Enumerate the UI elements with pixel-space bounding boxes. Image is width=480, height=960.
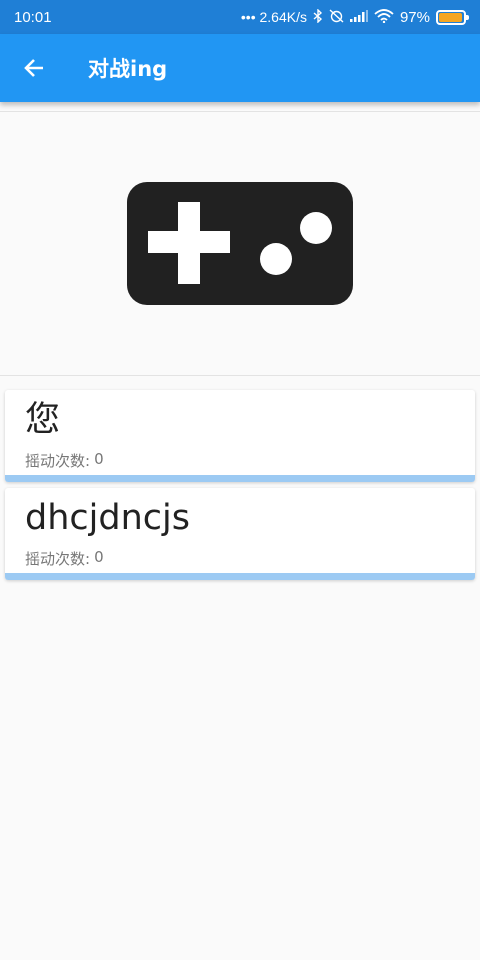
shake-progress-bar [5,475,475,482]
gamepad-icon [127,182,353,305]
section-divider [0,375,480,376]
signal-icon [349,10,368,24]
shake-count-label: 摇动次数: [25,550,91,568]
arrow-back-icon [24,59,43,77]
status-time: 10:01 [14,8,52,26]
top-divider [0,111,480,112]
player-card-self: 您 摇动次数: 0 [5,390,475,482]
alarm-off-icon [329,9,344,25]
battery-percent: 97% [399,8,430,26]
shake-progress-bar [5,573,475,580]
shake-count-value: 0 [94,548,104,566]
shake-count-label: 摇动次数: [25,452,91,470]
shake-count-row: 摇动次数: 0 [25,450,104,471]
shake-count-value: 0 [94,450,104,468]
player-card-opponent: dhcjdncjs 摇动次数: 0 [5,488,475,580]
bluetooth-icon [313,8,323,25]
player-name: dhcjdncjs [25,498,190,538]
battery-fill [439,12,463,22]
app-bar: 对战ing [0,34,480,102]
page-title: 对战ing [88,57,168,81]
player-name: 您 [25,400,61,440]
battery-icon [436,9,469,25]
status-icons: ••• 2.64K/s 97% [240,8,469,26]
network-speed: ••• 2.64K/s [240,9,307,25]
status-bar: 10:01 ••• 2.64K/s 97% [0,0,480,34]
shake-count-row: 摇动次数: 0 [25,548,104,569]
wifi-icon [374,9,394,25]
back-button[interactable] [17,51,51,85]
